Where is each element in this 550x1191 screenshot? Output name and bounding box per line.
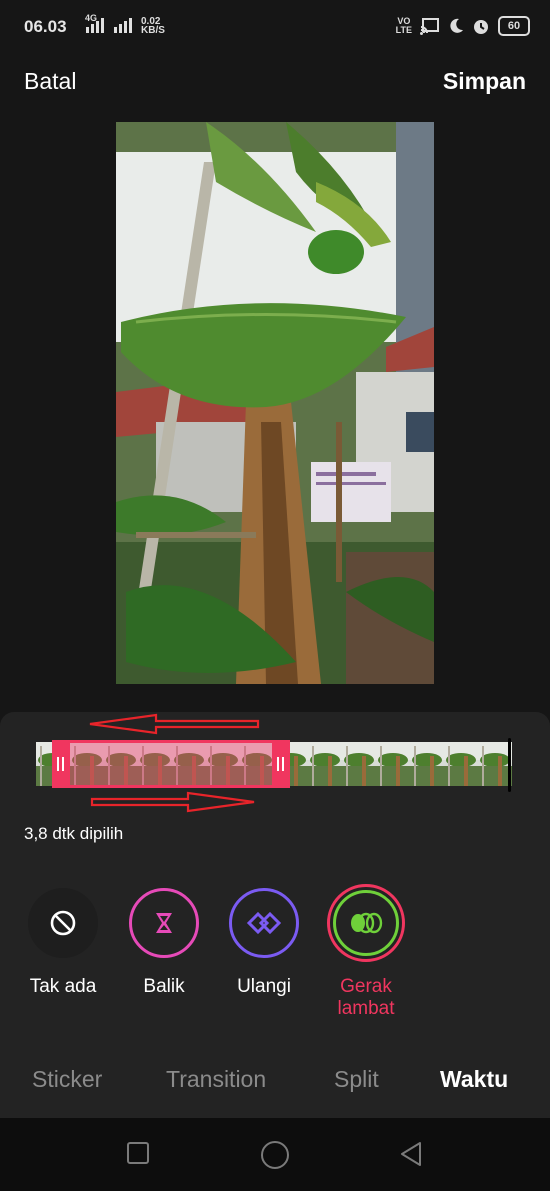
selection-top-border xyxy=(54,740,288,743)
filmstrip-frame xyxy=(376,742,410,786)
home-icon[interactable] xyxy=(260,1140,290,1170)
signal-icon-2 xyxy=(114,17,132,33)
effect-repeat-button[interactable]: Ulangi xyxy=(209,888,319,998)
save-button[interactable]: Simpan xyxy=(443,68,526,95)
playhead[interactable] xyxy=(508,738,511,792)
tab-transition[interactable]: Transition xyxy=(166,1066,266,1093)
selection-bottom-border xyxy=(54,785,288,788)
reverse-hourglass-icon xyxy=(156,913,172,933)
effect-none-label: Tak ada xyxy=(29,976,97,997)
effect-reverse-label: Balik xyxy=(143,976,185,997)
effect-repeat-label: Ulangi xyxy=(237,976,291,997)
signal-icon xyxy=(86,17,104,33)
recent-apps-icon[interactable] xyxy=(126,1140,150,1166)
effect-slowmo-circle xyxy=(327,884,405,962)
status-time: 06.03 xyxy=(24,17,67,36)
effect-reverse-button[interactable]: Balik xyxy=(109,888,219,998)
system-nav-bar xyxy=(0,1118,550,1191)
filmstrip-frame xyxy=(342,742,376,786)
effect-slowmo-inner-ring xyxy=(333,890,399,956)
filmstrip-frame xyxy=(478,742,512,786)
back-icon[interactable] xyxy=(398,1140,424,1168)
filmstrip-frame xyxy=(308,742,342,786)
filmstrip-frame xyxy=(444,742,478,786)
tab-split[interactable]: Split xyxy=(334,1066,379,1093)
filmstrip-frame xyxy=(410,742,444,786)
alarm-icon xyxy=(474,20,488,34)
cancel-button[interactable]: Batal xyxy=(24,68,76,95)
top-bar: Batal Simpan xyxy=(0,56,550,112)
left-arrow-annotation xyxy=(89,713,260,735)
effect-none-circle xyxy=(28,888,98,958)
effect-slowmo-button[interactable]: Gerak lambat xyxy=(311,884,421,1020)
effect-reverse-circle xyxy=(129,888,199,958)
video-preview[interactable] xyxy=(116,122,434,684)
tab-bar: Sticker Transition Split Waktu xyxy=(0,1050,550,1110)
slow-motion-icon xyxy=(351,912,383,934)
network-speed-unit: KB/S xyxy=(141,25,165,36)
selection-range[interactable] xyxy=(54,740,288,788)
video-frame-image xyxy=(116,122,434,684)
selection-left-handle[interactable] xyxy=(52,740,70,788)
effect-slowmo-label: Gerak lambat xyxy=(337,976,395,1019)
repeat-diamond-icon xyxy=(246,911,282,935)
selection-right-handle[interactable] xyxy=(272,740,290,788)
selected-duration-text: 3,8 dtk dipilih xyxy=(24,824,124,843)
network-speed: 0.02 KB/S xyxy=(141,17,165,36)
battery-icon: 60 xyxy=(498,16,530,36)
moon-icon xyxy=(450,18,463,33)
right-arrow-annotation xyxy=(90,791,255,813)
volte-bottom: LTE xyxy=(395,25,412,35)
effect-none-button[interactable]: Tak ada xyxy=(8,888,118,998)
tab-sticker[interactable]: Sticker xyxy=(32,1066,102,1093)
volte-indicator: VO LTE xyxy=(396,17,412,35)
no-effect-icon xyxy=(50,910,76,936)
effect-repeat-circle xyxy=(229,888,299,958)
tab-waktu[interactable]: Waktu xyxy=(440,1066,508,1093)
cast-icon xyxy=(420,18,439,35)
status-bar: 06.03 4G 0.02 KB/S VO LTE 60 xyxy=(0,0,550,56)
